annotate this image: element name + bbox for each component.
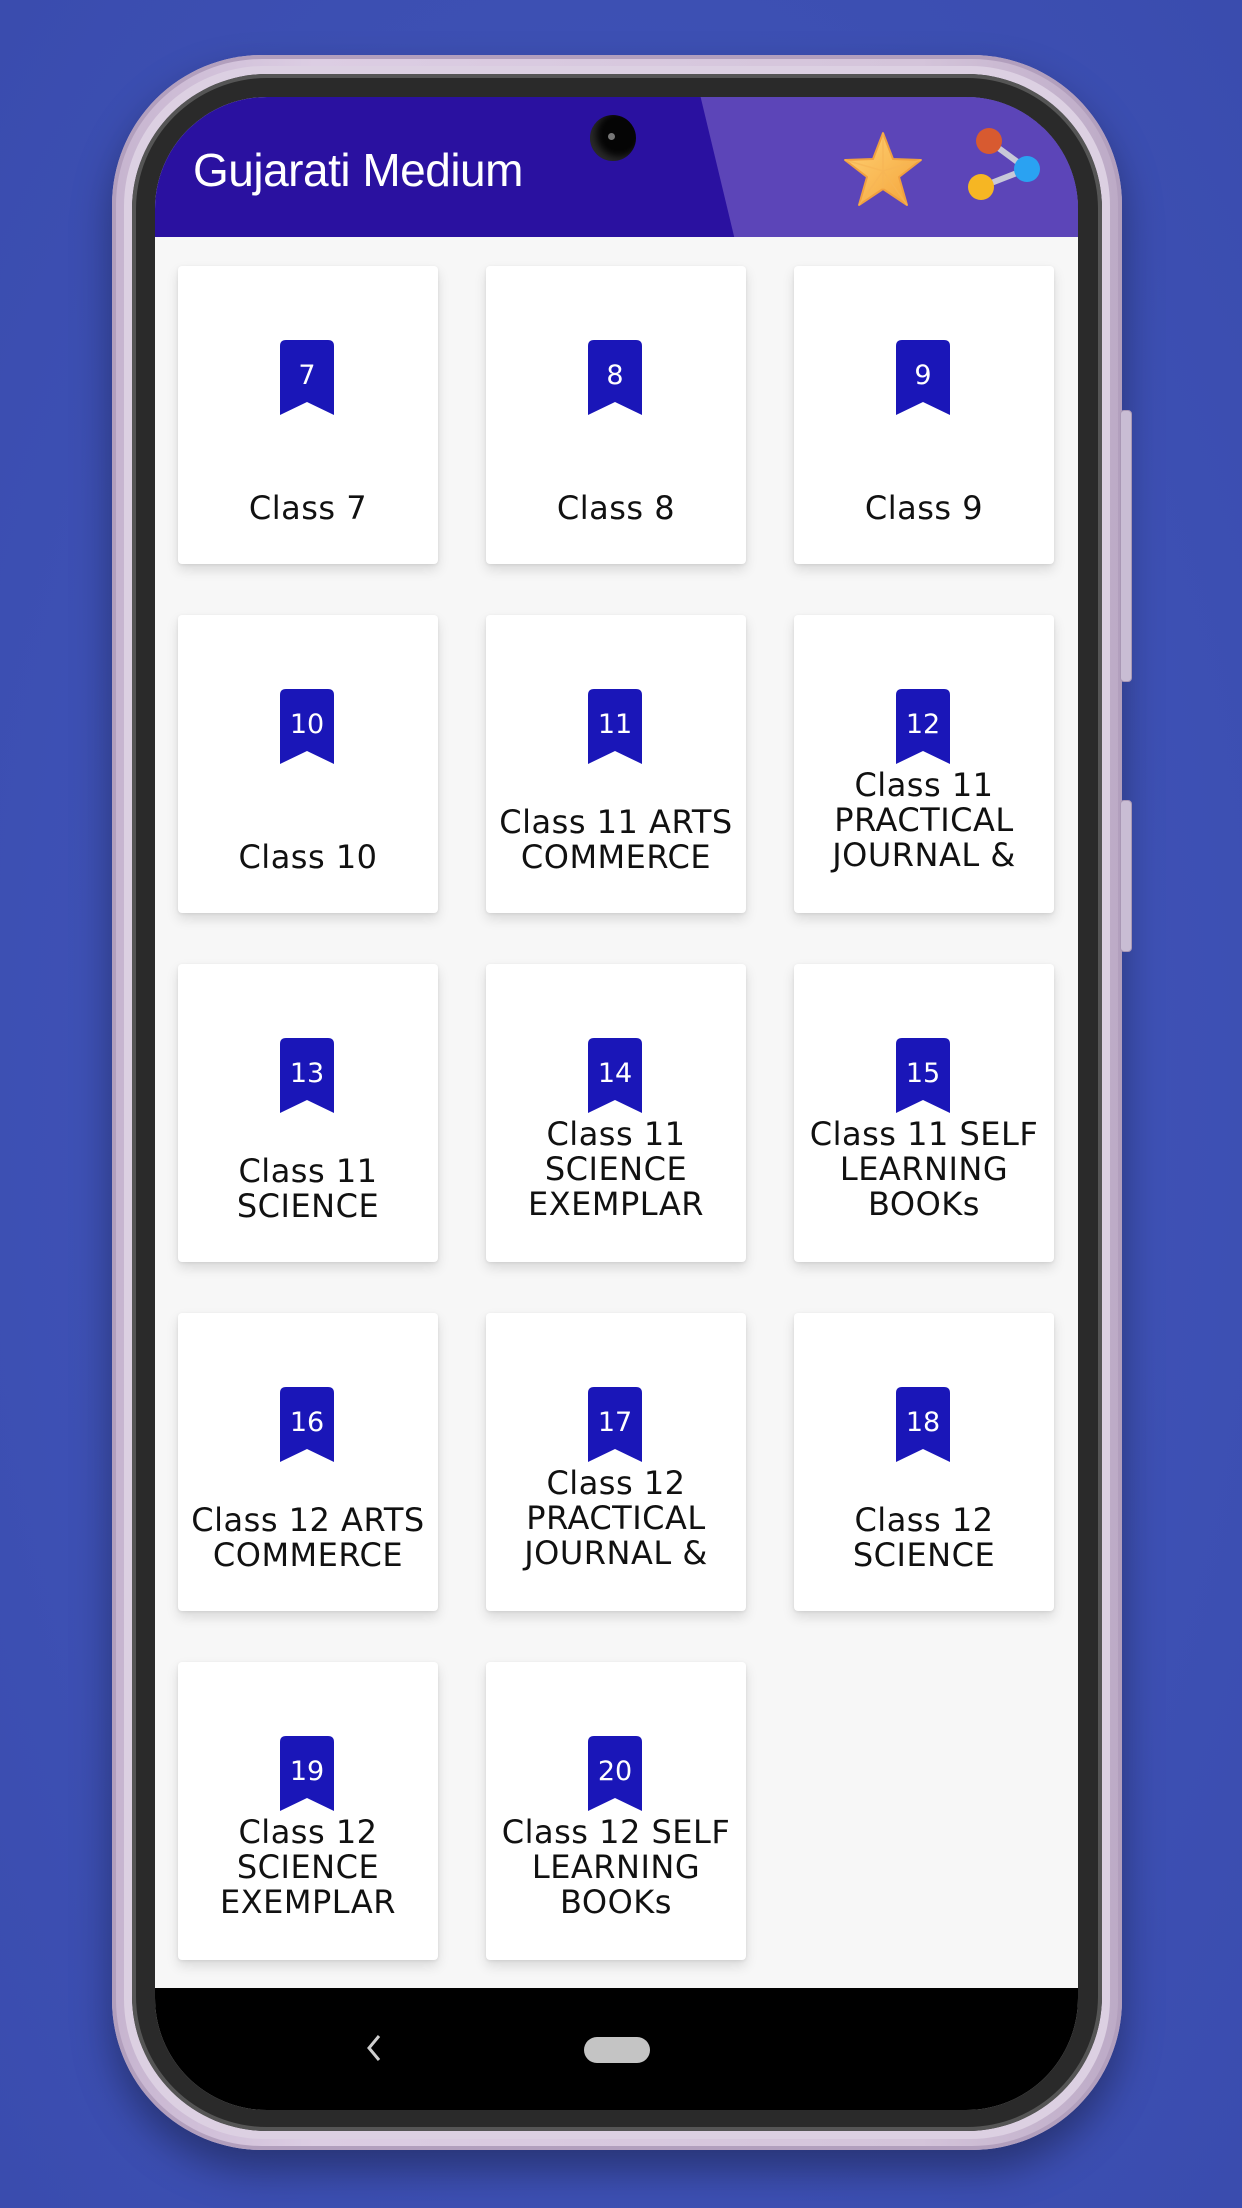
bookmark-icon: 8 bbox=[588, 340, 642, 415]
class-card[interactable]: 14 Class 11 SCIENCE EXEMPLAR bbox=[486, 964, 746, 1262]
class-number: 19 bbox=[289, 1756, 325, 1787]
app-title: Gujarati Medium bbox=[193, 144, 523, 196]
bookmark-icon: 17 bbox=[588, 1387, 642, 1462]
class-card-label: Class 11 PRACTICAL JOURNAL & bbox=[832, 768, 1016, 873]
class-card[interactable]: 12 Class 11 PRACTICAL JOURNAL & bbox=[794, 615, 1054, 913]
bookmark-icon: 12 bbox=[896, 689, 950, 764]
rate-star-button[interactable] bbox=[841, 127, 925, 211]
class-number: 18 bbox=[905, 1407, 941, 1438]
front-camera bbox=[590, 115, 636, 161]
bookmark-icon: 20 bbox=[588, 1736, 642, 1811]
class-number: 10 bbox=[289, 709, 325, 740]
class-card-label: Class 12 SCIENCE bbox=[852, 1503, 996, 1573]
class-card[interactable]: 17 Class 12 PRACTICAL JOURNAL & bbox=[486, 1313, 746, 1611]
bookmark-icon: 18 bbox=[896, 1387, 950, 1462]
class-card-label: Class 12 SCIENCE EXEMPLAR bbox=[220, 1815, 396, 1920]
class-card[interactable]: 10 Class 10 bbox=[178, 615, 438, 913]
class-card-label: Class 8 bbox=[556, 491, 676, 526]
class-number: 8 bbox=[606, 360, 624, 391]
class-card[interactable]: 19 Class 12 SCIENCE EXEMPLAR bbox=[178, 1662, 438, 1960]
class-card-label: Class 11 ARTS COMMERCE bbox=[499, 805, 733, 875]
home-button[interactable] bbox=[584, 2037, 650, 2063]
bookmark-icon: 9 bbox=[896, 340, 950, 415]
class-card-label: Class 11 SELF LEARNING BOOKs bbox=[809, 1117, 1039, 1222]
bookmark-icon: 14 bbox=[588, 1038, 642, 1113]
class-card[interactable]: 11 Class 11 ARTS COMMERCE bbox=[486, 615, 746, 913]
class-number: 7 bbox=[298, 360, 316, 391]
class-number: 20 bbox=[597, 1756, 633, 1787]
class-number: 17 bbox=[597, 1407, 633, 1438]
class-card-label: Class 12 ARTS COMMERCE bbox=[191, 1503, 425, 1573]
class-card-label: Class 11 SCIENCE bbox=[236, 1154, 380, 1224]
back-icon bbox=[367, 2035, 381, 2061]
bookmark-icon: 19 bbox=[280, 1736, 334, 1811]
bookmark-icon: 15 bbox=[896, 1038, 950, 1113]
class-card[interactable]: 18 Class 12 SCIENCE bbox=[794, 1313, 1054, 1611]
share-icon bbox=[968, 128, 1040, 200]
app-bar: Gujarati Medium bbox=[155, 97, 1078, 237]
class-card[interactable]: 15 Class 11 SELF LEARNING BOOKs bbox=[794, 964, 1054, 1262]
class-card[interactable]: 9 Class 9 bbox=[794, 266, 1054, 564]
class-card[interactable]: 7 Class 7 bbox=[178, 266, 438, 564]
volume-button bbox=[1120, 410, 1132, 682]
star-icon bbox=[844, 132, 922, 206]
bookmark-icon: 11 bbox=[588, 689, 642, 764]
class-card[interactable]: 13 Class 11 SCIENCE bbox=[178, 964, 438, 1262]
class-number: 12 bbox=[905, 709, 941, 740]
class-card-label: Class 12 SELF LEARNING BOOKs bbox=[501, 1815, 731, 1920]
class-card-label: Class 7 bbox=[248, 491, 368, 526]
bookmark-icon: 10 bbox=[280, 689, 334, 764]
bookmark-icon: 13 bbox=[280, 1038, 334, 1113]
class-card-label: Class 10 bbox=[238, 840, 378, 875]
class-card[interactable]: 20 Class 12 SELF LEARNING BOOKs bbox=[486, 1662, 746, 1960]
class-number: 13 bbox=[289, 1058, 325, 1089]
class-number: 16 bbox=[289, 1407, 325, 1438]
class-number: 15 bbox=[905, 1058, 941, 1089]
class-card[interactable]: 16 Class 12 ARTS COMMERCE bbox=[178, 1313, 438, 1611]
share-button[interactable] bbox=[967, 127, 1051, 211]
power-button bbox=[1120, 800, 1132, 952]
back-button[interactable] bbox=[355, 2028, 395, 2068]
bookmark-icon: 7 bbox=[280, 340, 334, 415]
class-number: 14 bbox=[597, 1058, 633, 1089]
class-grid: 7 Class 7 8 Class 8 9 Class 9 10 Class 10 11 Clas… bbox=[178, 266, 1054, 1960]
navigation-bar bbox=[155, 1988, 1078, 2110]
screen: Gujarati Medium 7 Class 7 8 Class 8 9 Cl… bbox=[155, 97, 1078, 2110]
class-card[interactable]: 8 Class 8 bbox=[486, 266, 746, 564]
bookmark-icon: 16 bbox=[280, 1387, 334, 1462]
class-card-label: Class 9 bbox=[864, 491, 984, 526]
class-number: 9 bbox=[914, 360, 932, 391]
class-card-label: Class 12 PRACTICAL JOURNAL & bbox=[524, 1466, 708, 1571]
class-number: 11 bbox=[597, 709, 633, 740]
class-card-label: Class 11 SCIENCE EXEMPLAR bbox=[528, 1117, 704, 1222]
